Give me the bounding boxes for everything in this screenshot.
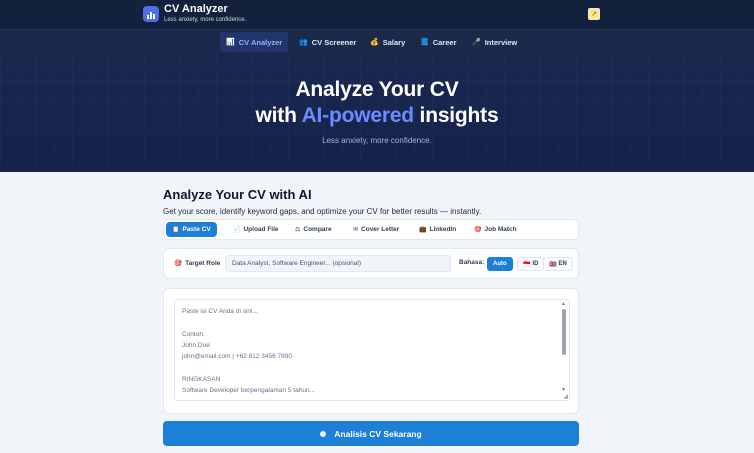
page-description: Get your score, identify keyword gaps, a… [163,207,482,216]
app-title: CV Analyzer [164,3,228,15]
tab-compare[interactable]: ⚖ Compare [289,222,338,237]
target-role-card: 🎯 Target Role Data Analyst, Software Eng… [163,248,579,279]
cv-placeholder-line: Paste isi CV Anda di sini... [182,308,258,315]
language-auto-button[interactable]: Auto [487,257,513,271]
spinner-dot-icon [320,430,327,437]
cv-placeholder-line: RINGKASAN [182,376,221,383]
nav-item-salary[interactable]: 💰 Salary [364,32,411,52]
app-subtitle: Less anxiety, more confidence. [164,17,247,23]
textarea-scrollbar[interactable]: ▲ ▼ [560,301,568,399]
target-role-input[interactable]: Data Analyst, Software Engineer... (opsi… [225,255,451,272]
flag-gb-icon: 🇬🇧 [549,261,557,268]
tab-paste-cv[interactable]: 📋 Paste CV [166,222,217,237]
tab-label: Upload File [243,226,279,233]
document-icon: 📄 [233,227,241,233]
tab-job-match[interactable]: 🎯 Job Match [468,222,523,237]
nav-item-label: Interview [484,37,518,47]
analyze-button-label: Analisis CV Sekarang [334,428,422,439]
cv-placeholder-line: John Doe [182,342,210,349]
language-label: Bahasa: [459,259,485,266]
tab-cover-letter[interactable]: ✉ Cover Letter [347,222,405,237]
nav-item-label: CV Analyzer [238,37,283,47]
cv-textarea[interactable]: Paste isi CV Anda di sini... Contoh: Joh… [174,299,570,401]
language-en-button[interactable]: 🇬🇧 EN [543,257,573,271]
envelope-icon: ✉ [353,227,359,233]
money-bag-icon: 💰 [370,39,379,46]
tab-label: Paste CV [182,226,211,233]
hero-suffix: insights [413,104,499,127]
target-role-text: Target Role [185,259,221,267]
target-icon: 🎯 [174,260,183,267]
tab-label: Cover Letter [361,226,400,233]
tab-label: LinkedIn [429,226,457,233]
analyze-cv-button[interactable]: Analisis CV Sekarang [163,421,579,446]
microphone-icon: 🎤 [472,39,481,46]
cv-placeholder-line: Contoh: [182,331,205,338]
nav-item-interview[interactable]: 🎤 Interview [466,32,523,52]
language-id-button[interactable]: 🇮🇩 ID [517,257,545,271]
hero-tagline: Less anxiety, more confidence. [322,136,432,145]
clipboard-icon: 📋 [172,227,180,233]
nav-item-label: CV Screener [311,37,357,47]
hero-accent-text: AI-powered [301,104,415,127]
page-title: Analyze Your CV with AI [163,187,312,202]
resize-grip-icon[interactable]: ◢ [563,393,568,400]
nav-item-cv-screener[interactable]: 👥 CV Screener [293,32,362,52]
chart-up-icon[interactable]: ↗ [588,8,600,20]
nav-item-label: Salary [382,37,406,47]
chart-icon: 📊 [226,39,235,46]
target-role-label: 🎯 Target Role [174,259,221,268]
tab-label: Compare [303,226,332,233]
input-mode-tabs: 📋 Paste CV 📄 Upload File ⚖ Compare ✉ Cov… [163,219,579,240]
hero-prefix: with [255,104,302,127]
top-header: CV Analyzer Less anxiety, more confidenc… [0,0,754,29]
scrollbar-thumb[interactable] [562,309,566,355]
nav-item-cv-analyzer[interactable]: 📊 CV Analyzer [220,32,289,52]
book-icon: 📘 [420,39,429,46]
scale-icon: ⚖ [295,227,301,233]
chart-icon [143,6,159,22]
language-option-label: EN [558,261,567,267]
language-option-label: Auto [493,261,507,267]
target-icon: 🎯 [474,227,482,233]
hero-banner: Analyze Your CV with AI-powered insights… [0,53,754,172]
nav-item-career[interactable]: 📘 Career [414,32,463,52]
people-icon: 👥 [299,39,308,46]
hero-heading-line2: with AI-powered insights [0,104,754,128]
language-option-label: ID [532,261,539,267]
cv-placeholder-line: john@email.com | +62 812 3456 7890 [182,353,293,360]
main-content: Analyze Your CV with AI Get your score, … [0,172,754,453]
main-nav: 📊 CV Analyzer 👥 CV Screener 💰 Salary 📘 C… [0,29,754,53]
briefcase-icon: 💼 [419,227,427,233]
cv-placeholder-line: Software Developer berpengalaman 5 tahun… [182,387,315,394]
nav-item-label: Career [432,37,457,47]
tab-linkedin[interactable]: 💼 LinkedIn [413,222,462,237]
cv-input-card: Paste isi CV Anda di sini... Contoh: Joh… [163,288,579,414]
hero-heading-line1: Analyze Your CV [295,78,459,101]
tab-label: Job Match [484,226,517,233]
scroll-up-arrow-icon[interactable]: ▲ [561,301,566,307]
flag-id-icon: 🇮🇩 [523,261,531,268]
tab-upload-file[interactable]: 📄 Upload File [227,222,285,237]
